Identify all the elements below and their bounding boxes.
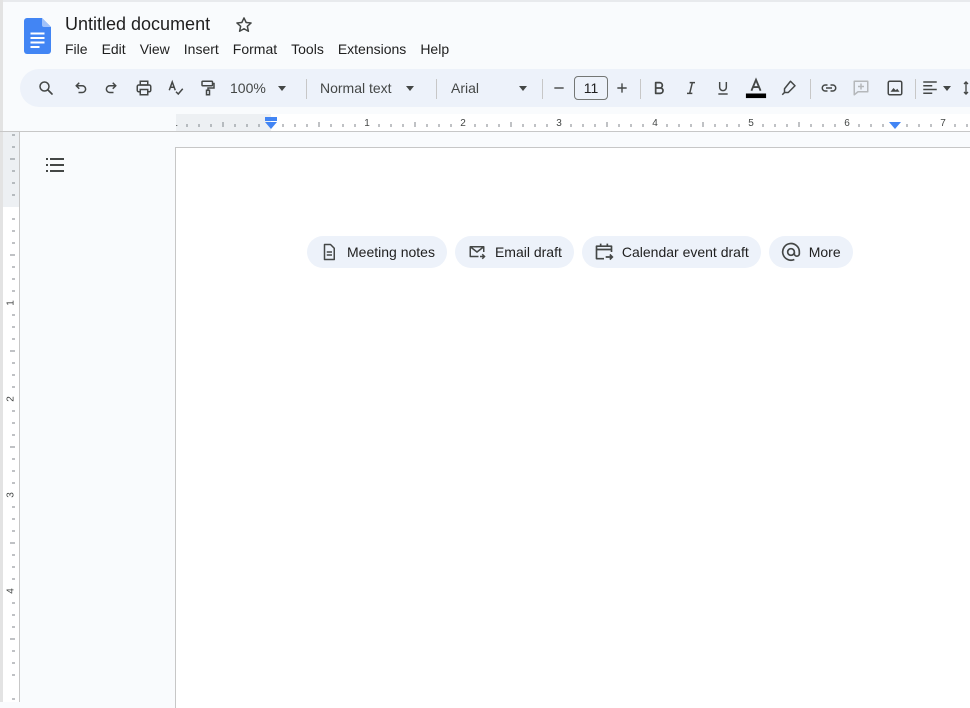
document-page[interactable] [175,147,970,708]
align-left-icon [923,81,937,94]
zoom-value: 100% [230,80,266,96]
minus-icon [554,87,564,89]
document-title[interactable]: Untitled document [65,12,210,36]
ruler-label: 4 [652,118,658,129]
comment-icon [853,80,869,96]
toolbar-divider [436,79,437,99]
menu-tools[interactable]: Tools [284,38,331,60]
insert-image-button[interactable] [883,69,907,107]
underline-icon [718,82,728,95]
email-icon [467,242,487,262]
ruler-divider [0,131,970,132]
redo-button[interactable] [100,69,124,107]
ruler-label: 5 [748,118,754,129]
menu-bar: File Edit View Insert Format Tools Exten… [58,38,456,60]
ruler-label: 3 [556,118,562,129]
bold-icon [654,81,664,95]
font-size-input[interactable] [574,76,608,100]
toolbar: 100% Normal text Arial [20,69,970,107]
font-select[interactable]: Arial [451,69,531,107]
toolbar-divider [810,79,811,99]
document-icon [319,242,339,262]
italic-icon [687,81,695,95]
print-icon [136,80,152,96]
vertical-ruler[interactable]: 11234 [3,132,19,702]
ruler-label: 2 [460,118,466,129]
link-icon [821,84,837,92]
calendar-event-draft-chip[interactable]: Calendar event draft [581,236,761,268]
document-outline-icon[interactable] [45,155,65,175]
chip-label: Email draft [494,244,562,260]
paint-roller-icon [201,80,215,96]
image-icon [887,80,903,96]
chevron-down-icon [519,85,528,91]
meeting-notes-chip[interactable]: Meeting notes [307,236,447,268]
paragraph-style-select[interactable]: Normal text [320,69,426,107]
ruler-label: 1 [364,118,370,129]
font-value: Arial [451,80,480,96]
chevron-down-icon [405,85,414,91]
menu-extensions[interactable]: Extensions [331,38,413,60]
ruler-label: 1 [6,300,17,306]
add-comment-button[interactable] [849,69,873,107]
paragraph-style-value: Normal text [320,80,392,96]
toolbar-divider [640,79,641,99]
building-block-chips: Meeting notes Email draft Calendar event… [307,236,853,268]
line-spacing-button[interactable] [962,69,970,107]
menu-help[interactable]: Help [413,38,456,60]
chip-label: Meeting notes [347,244,435,260]
bold-button[interactable] [647,69,671,107]
calendar-icon [594,242,614,262]
spellcheck-icon [168,79,184,96]
window-top-edge [0,0,970,2]
vertical-ruler-edge [19,132,20,702]
toolbar-divider [915,79,916,99]
ruler-label: 6 [844,118,850,129]
menu-edit[interactable]: Edit [95,38,133,60]
chip-label: More [808,244,841,260]
chevron-down-icon [277,85,286,91]
undo-icon [75,82,87,94]
ruler-label: 4 [6,588,17,594]
spellcheck-button[interactable] [164,69,188,107]
redo-icon [105,82,117,94]
email-draft-chip[interactable]: Email draft [454,236,574,268]
insert-link-button[interactable] [817,69,841,107]
text-color-icon [745,77,767,99]
line-spacing-icon [963,81,969,95]
highlight-color-button[interactable] [777,69,801,107]
menu-view[interactable]: View [133,38,177,60]
increase-font-size-button[interactable] [611,69,633,107]
text-color-button[interactable] [744,69,768,107]
ruler-label: 2 [6,396,17,402]
menu-insert[interactable]: Insert [177,38,226,60]
at-sign-icon [781,242,801,262]
ruler-label: 7 [940,118,946,129]
paint-format-button[interactable] [196,69,220,107]
underline-button[interactable] [711,69,735,107]
print-button[interactable] [132,69,156,107]
horizontal-ruler[interactable]: 11234567 [176,114,970,132]
first-line-indent-marker[interactable] [265,117,277,121]
star-icon[interactable] [234,15,254,35]
toolbar-divider [306,79,307,99]
italic-button[interactable] [679,69,703,107]
zoom-select[interactable]: 100% [230,69,300,107]
undo-button[interactable] [68,69,92,107]
chip-label: Calendar event draft [621,244,749,260]
ruler-label: 3 [6,492,17,498]
align-select[interactable] [921,69,955,107]
highlighter-icon [781,80,796,96]
chevron-down-icon [943,85,951,91]
menu-format[interactable]: Format [226,38,284,60]
toolbar-divider [542,79,543,99]
menu-file[interactable]: File [58,38,95,60]
decrease-font-size-button[interactable] [548,69,570,107]
plus-icon [617,83,627,93]
search-icon [39,81,53,95]
search-menus-button[interactable] [34,69,58,107]
more-chip[interactable]: More [768,236,853,268]
docs-logo-icon[interactable] [24,18,51,54]
